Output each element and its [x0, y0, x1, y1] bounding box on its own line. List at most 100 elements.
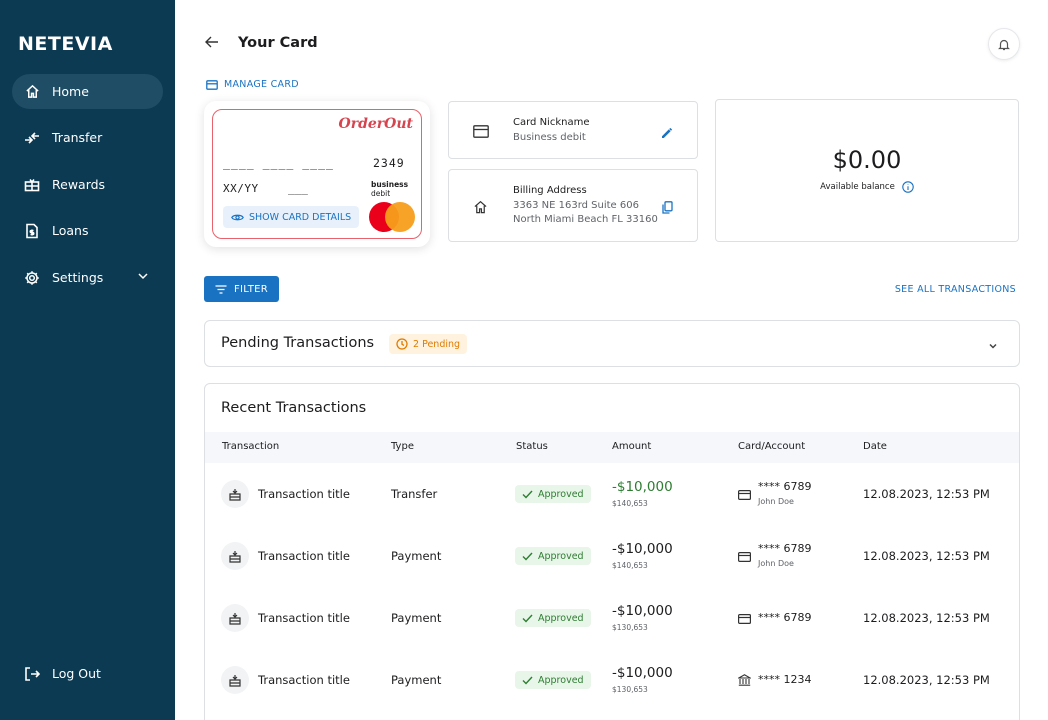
table-row[interactable]: Transaction title Payment Approved -$10,…: [205, 588, 1019, 650]
card-number: ____ ____ ____ 2349: [223, 156, 404, 170]
credit-card-icon: [738, 547, 752, 566]
gear-icon: [24, 270, 40, 286]
transaction-icon: [221, 542, 249, 570]
sidebar-item-settings[interactable]: Settings: [12, 260, 163, 295]
status-badge: Approved: [515, 671, 591, 689]
table-row[interactable]: Transaction title Payment Approved -$10,…: [205, 526, 1019, 588]
transaction-amount: -$10,000: [612, 479, 673, 495]
see-all-transactions-link[interactable]: SEE ALL TRANSACTIONS: [895, 284, 1016, 295]
card-type: business debit: [371, 180, 408, 198]
gift-icon: [24, 177, 40, 193]
transaction-amount: -$10,000: [612, 541, 673, 557]
logout-label: Log Out: [52, 666, 101, 681]
card-brand-logo: OrderOut: [338, 116, 413, 132]
transaction-title: Transaction title: [258, 611, 350, 625]
transaction-date: 12.08.2023, 12:53 PM: [863, 549, 990, 563]
transaction-balance: $140,653: [612, 561, 648, 570]
nickname-title: Card Nickname: [513, 117, 590, 128]
transaction-date: 12.08.2023, 12:53 PM: [863, 611, 990, 625]
transaction-amount: -$10,000: [612, 665, 673, 681]
pending-badge: 2 Pending: [389, 334, 468, 354]
check-icon: [522, 614, 533, 623]
nickname-value: Business debit: [513, 132, 586, 143]
transaction-title: Transaction title: [258, 487, 350, 501]
card-type-line2: debit: [371, 189, 391, 198]
col-amount: Amount: [612, 441, 652, 452]
transaction-icon: [221, 604, 249, 632]
sidebar-item-transfer[interactable]: Transfer: [12, 120, 163, 155]
clock-icon: [396, 338, 408, 350]
status-badge: Approved: [515, 485, 591, 503]
card-last4: 2349: [373, 156, 405, 170]
bank-icon: [736, 671, 753, 690]
status-badge: Approved: [515, 609, 591, 627]
logout-button[interactable]: Log Out: [12, 656, 163, 691]
debit-card: OrderOut ____ ____ ____ 2349 XX/YY ___ b…: [204, 101, 430, 247]
pending-title: Pending Transactions: [221, 335, 375, 351]
transaction-type: Payment: [391, 673, 442, 687]
info-icon[interactable]: [902, 181, 914, 193]
edit-pencil-icon[interactable]: [661, 124, 673, 143]
card-holder: John Doe: [758, 497, 794, 506]
chevron-down-icon[interactable]: [987, 337, 999, 356]
col-transaction: Transaction: [222, 441, 280, 452]
available-balance-amount: $0.00: [832, 146, 902, 174]
sidebar-item-home[interactable]: Home: [12, 74, 163, 109]
transaction-date: 12.08.2023, 12:53 PM: [863, 673, 990, 687]
status-text: Approved: [538, 612, 584, 624]
billing-title: Billing Address: [513, 185, 587, 196]
balance-box: $0.00 Available balance: [715, 99, 1019, 242]
status-text: Approved: [538, 674, 584, 686]
credit-card-icon: [738, 485, 752, 504]
notification-bell-icon[interactable]: [988, 28, 1020, 60]
card-face: OrderOut ____ ____ ____ 2349 XX/YY ___ b…: [212, 109, 422, 239]
transaction-balance: $130,653: [612, 623, 648, 632]
card-holder: John Doe: [758, 559, 794, 568]
card-number: **** 6789: [758, 611, 812, 624]
recent-title: Recent Transactions: [221, 400, 367, 416]
credit-card-icon: [473, 123, 489, 142]
chevron-down-icon: [137, 270, 149, 285]
check-icon: [522, 490, 533, 499]
transaction-type: Payment: [391, 549, 442, 563]
available-balance-text: Available balance: [820, 182, 895, 192]
sidebar-item-rewards[interactable]: Rewards: [12, 167, 163, 202]
show-card-details-button[interactable]: SHOW CARD DETAILS: [223, 206, 360, 228]
back-arrow-icon[interactable]: [204, 34, 222, 52]
copy-icon[interactable]: [662, 199, 673, 218]
transaction-title: Transaction title: [258, 673, 350, 687]
manage-card-label: MANAGE CARD: [224, 79, 299, 90]
recent-transactions-panel: Recent Transactions Transaction Type Sta…: [204, 383, 1020, 720]
check-icon: [522, 676, 533, 685]
manage-card-link[interactable]: MANAGE CARD: [206, 79, 299, 90]
col-status: Status: [516, 441, 548, 452]
card-number-masked: ____ ____ ____: [223, 156, 334, 170]
sidebar-item-label: Transfer: [52, 130, 103, 145]
transaction-icon: [221, 480, 249, 508]
table-row[interactable]: Transaction title Payment Approved -$10,…: [205, 650, 1019, 712]
billing-line1: 3363 NE 163rd Suite 606: [513, 200, 639, 211]
transaction-amount: -$10,000: [612, 603, 673, 619]
filter-icon: [215, 284, 227, 294]
filter-label: FILTER: [233, 283, 269, 295]
document-dollar-icon: [24, 223, 40, 239]
transaction-balance: $140,653: [612, 499, 648, 508]
col-type: Type: [391, 441, 414, 452]
sidebar-item-loans[interactable]: Loans: [12, 213, 163, 248]
col-date: Date: [863, 441, 887, 452]
transaction-balance: $130,653: [612, 685, 648, 694]
filter-button[interactable]: FILTER: [204, 276, 279, 302]
card-number: **** 6789: [758, 480, 812, 493]
status-text: Approved: [538, 550, 584, 562]
pending-transactions-panel[interactable]: Pending Transactions 2 Pending: [204, 320, 1020, 367]
sidebar-item-label: Settings: [52, 270, 104, 285]
mastercard-logo: [369, 202, 415, 232]
sidebar-item-label: Rewards: [52, 177, 106, 192]
transfer-icon: [24, 130, 40, 146]
available-balance-label: Available balance: [716, 181, 1018, 193]
eye-icon: [231, 214, 244, 220]
account-number: **** 1234: [758, 673, 812, 686]
sidebar-item-label: Loans: [52, 223, 89, 238]
card-number: **** 6789: [758, 542, 812, 555]
table-row[interactable]: Transaction title Transfer Approved -$10…: [205, 464, 1019, 526]
